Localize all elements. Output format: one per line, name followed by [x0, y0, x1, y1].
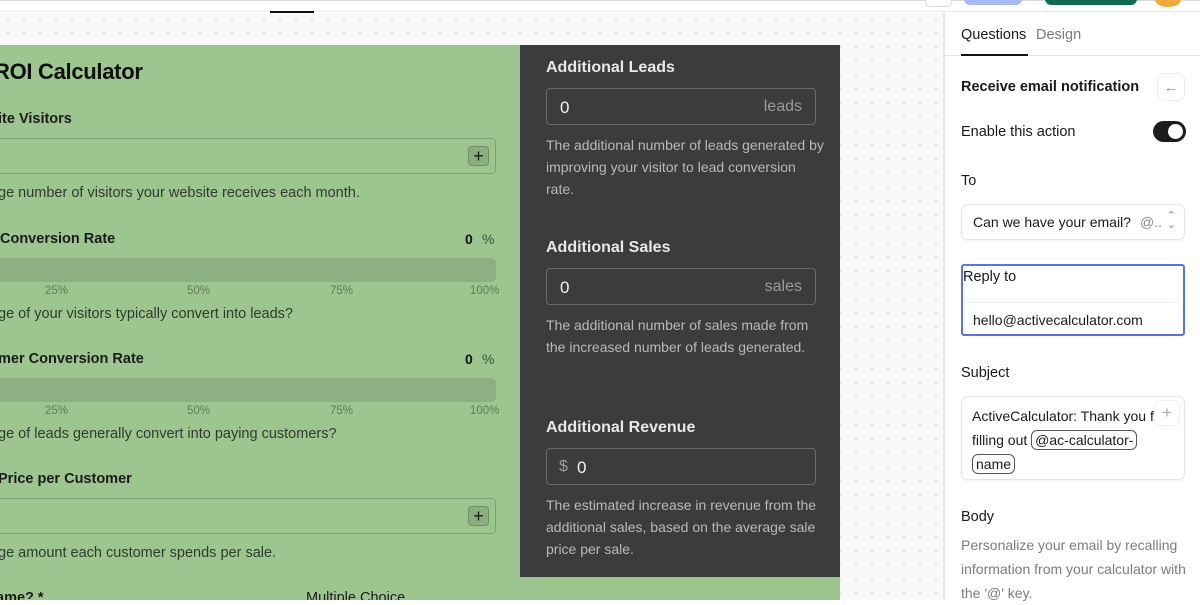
- results-panel: Additional Leads 0 leads The additional …: [520, 45, 840, 577]
- subject-text: ActiveCalculator: Thank you for filling …: [972, 404, 1172, 476]
- field-description: ge amount each customer spends per sale.: [0, 545, 277, 561]
- additional-sales-output: 0 sales: [546, 268, 816, 305]
- slider-tick: 50%: [187, 285, 211, 297]
- slider-tick: 100%: [470, 285, 500, 297]
- result-description: The additional number of leads generated…: [546, 137, 824, 197]
- field-label-visitor-conversion-rate: Conversion Rate: [0, 231, 116, 247]
- average-price-input[interactable]: +: [0, 498, 496, 534]
- slider-tick: 100%: [470, 405, 500, 417]
- question-type: Multiple Choice: [306, 590, 406, 600]
- to-select-value: Can we have your email?: [973, 214, 1131, 230]
- panel-tabs: Questions Design: [945, 13, 1200, 56]
- field-label-customer-conversion-rate: mer Conversion Rate: [0, 351, 144, 367]
- subject-label: Subject: [961, 365, 1010, 381]
- toggle-knob: [1168, 124, 1183, 139]
- field-label-average-price: Price per Customer: [0, 471, 132, 487]
- calculator-preview: ROI Calculator ite Visitors + ge number …: [0, 45, 840, 600]
- publish-button[interactable]: [1045, 0, 1137, 5]
- result-value: 0: [560, 278, 570, 297]
- calculator-title: ROI Calculator: [0, 59, 143, 84]
- subject-input[interactable]: ActiveCalculator: Thank you for filling …: [961, 396, 1185, 480]
- result-label-additional-revenue: Additional Revenue: [546, 419, 696, 436]
- settings-panel: Questions Design Receive email notificat…: [944, 13, 1200, 601]
- to-select-tag: @..: [1140, 214, 1162, 230]
- result-value: 0: [577, 458, 587, 477]
- slider-tick: 50%: [187, 405, 211, 417]
- insert-variable-button[interactable]: +: [1154, 400, 1180, 426]
- enable-action-toggle[interactable]: [1153, 121, 1186, 142]
- to-label: To: [961, 173, 977, 189]
- back-button[interactable]: ←: [1157, 73, 1185, 101]
- percent-unit: %: [482, 231, 495, 247]
- result-description: The additional number of sales made from…: [546, 317, 809, 355]
- reply-to-input[interactable]: hello@activecalculator.com: [965, 302, 1181, 334]
- tab-design[interactable]: Design: [1036, 27, 1081, 43]
- visitor-conversion-value: 0: [465, 231, 473, 247]
- top-toolbar: [0, 0, 1200, 13]
- field-description: ge of your visitors typically convert in…: [0, 306, 293, 322]
- enable-action-label: Enable this action: [961, 124, 1076, 140]
- result-unit: leads: [763, 98, 802, 115]
- result-label-additional-sales: Additional Sales: [546, 239, 671, 256]
- slider-tick: 25%: [45, 405, 69, 417]
- field-description: ge number of visitors your website recei…: [0, 185, 360, 201]
- currency-prefix: $: [559, 458, 568, 475]
- reply-to-value: hello@activecalculator.com: [973, 312, 1143, 328]
- toolbar-button[interactable]: [925, 0, 952, 7]
- result-value: 0: [560, 98, 570, 117]
- plus-icon[interactable]: +: [468, 146, 489, 166]
- plus-icon: +: [1162, 403, 1172, 422]
- slider-tick: 25%: [45, 285, 69, 297]
- active-tab-underline: [961, 54, 1028, 56]
- result-unit: sales: [764, 278, 802, 295]
- section-title: Receive email notification: [961, 79, 1140, 95]
- reply-to-label: Reply to: [963, 269, 1017, 285]
- to-select[interactable]: Can we have your email? @.. ⌃ ⌄: [961, 204, 1185, 240]
- percent-unit: %: [482, 351, 495, 367]
- calculator-form: ROI Calculator ite Visitors + ge number …: [0, 45, 520, 600]
- additional-leads-output: 0 leads: [546, 88, 816, 125]
- body-description: Personalize your email by recalling info…: [961, 537, 1186, 601]
- customer-conversion-slider[interactable]: [0, 378, 496, 402]
- visitor-conversion-slider[interactable]: [0, 258, 496, 282]
- question-label: ame? *: [0, 590, 44, 600]
- field-description: ge of leads generally convert into payin…: [0, 426, 337, 442]
- body-label: Body: [961, 509, 995, 525]
- slider-tick: 75%: [330, 405, 354, 417]
- arrow-left-icon: ←: [1163, 78, 1179, 96]
- chevron-up-down-icon: ⌃ ⌄: [1166, 210, 1176, 231]
- slider-tick: 75%: [330, 285, 354, 297]
- additional-revenue-output: $ 0: [546, 448, 816, 485]
- result-description: The estimated increase in revenue from t…: [546, 497, 817, 557]
- field-label-website-visitors: ite Visitors: [0, 111, 72, 127]
- variable-chip[interactable]: @ac-calculator-: [1031, 430, 1138, 450]
- reply-to-field[interactable]: Reply to hello@activecalculator.com: [961, 264, 1185, 336]
- customer-conversion-value: 0: [465, 351, 473, 367]
- plus-icon[interactable]: +: [468, 506, 489, 526]
- website-visitors-input[interactable]: +: [0, 138, 496, 174]
- variable-chip[interactable]: name: [972, 454, 1016, 474]
- preview-button[interactable]: [964, 0, 1022, 5]
- tab-questions[interactable]: Questions: [961, 27, 1026, 43]
- avatar[interactable]: [1155, 0, 1181, 7]
- result-label-additional-leads: Additional Leads: [546, 59, 675, 76]
